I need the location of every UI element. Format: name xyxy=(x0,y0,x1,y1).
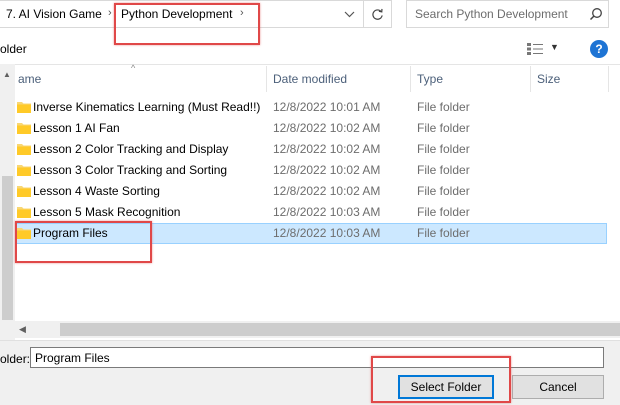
folder-icon xyxy=(17,186,31,197)
folder-name-input[interactable] xyxy=(30,347,604,368)
list-item[interactable]: Inverse Kinematics Learning (Must Read!!… xyxy=(15,97,607,118)
file-name: Program Files xyxy=(33,226,108,240)
folder-icon xyxy=(17,165,31,176)
file-name: Lesson 3 Color Tracking and Sorting xyxy=(33,163,228,177)
column-divider[interactable] xyxy=(266,66,267,92)
column-header-date-modified[interactable]: Date modified xyxy=(273,72,347,86)
chevron-down-icon[interactable] xyxy=(336,1,362,27)
horizontal-scrollbar[interactable]: ◀ xyxy=(15,321,620,338)
folder-field-label: older: xyxy=(0,352,31,366)
list-item-selected[interactable]: Program Files 12/8/2022 10:03 AM File fo… xyxy=(15,223,607,244)
scroll-up-icon[interactable]: ▲ xyxy=(3,70,11,79)
refresh-icon xyxy=(372,8,383,20)
vertical-scrollbar[interactable]: ▲ ▼ xyxy=(0,64,15,340)
folder-icon xyxy=(17,102,31,113)
list-item[interactable]: Lesson 5 Mask Recognition 12/8/2022 10:0… xyxy=(15,202,607,223)
file-name: Inverse Kinematics Learning (Must Read!!… xyxy=(33,100,261,114)
file-date: 12/8/2022 10:02 AM xyxy=(273,163,381,177)
scrollbar-corner xyxy=(0,321,15,338)
column-header-type[interactable]: Type xyxy=(417,72,443,86)
column-divider[interactable] xyxy=(410,66,411,92)
search-placeholder[interactable]: Search Python Development xyxy=(415,7,568,21)
scrollbar-thumb[interactable] xyxy=(2,176,13,320)
file-type: File folder xyxy=(417,121,470,135)
refresh-button[interactable] xyxy=(364,0,392,28)
list-item[interactable]: Lesson 3 Color Tracking and Sorting 12/8… xyxy=(15,160,607,181)
list-item[interactable]: Lesson 1 AI Fan 12/8/2022 10:02 AM File … xyxy=(15,118,607,139)
scrollbar-thumb[interactable] xyxy=(60,323,620,336)
file-date: 12/8/2022 10:02 AM xyxy=(273,184,381,198)
column-divider[interactable] xyxy=(608,66,609,92)
file-type: File folder xyxy=(417,184,470,198)
column-header-name[interactable]: ame xyxy=(18,72,41,86)
column-header-size[interactable]: Size xyxy=(537,72,560,86)
search-input[interactable]: Search Python Development xyxy=(406,0,609,28)
breadcrumb-ai-vision-game[interactable]: 7. AI Vision Game xyxy=(6,7,102,21)
folder-icon xyxy=(17,228,31,239)
sort-ascending-icon: ^ xyxy=(131,63,136,73)
folder-icon xyxy=(17,123,31,134)
file-date: 12/8/2022 10:02 AM xyxy=(273,121,381,135)
breadcrumb-separator-icon[interactable]: › xyxy=(108,7,112,19)
list-item[interactable]: Lesson 4 Waste Sorting 12/8/2022 10:02 A… xyxy=(15,181,607,202)
search-icon[interactable] xyxy=(589,7,603,21)
column-divider[interactable] xyxy=(530,66,531,92)
file-type: File folder xyxy=(417,205,470,219)
scroll-left-icon[interactable]: ◀ xyxy=(19,324,26,335)
breadcrumb-separator-icon[interactable]: › xyxy=(240,7,244,19)
file-date: 12/8/2022 10:03 AM xyxy=(273,205,381,219)
new-folder-button[interactable]: older xyxy=(0,42,27,56)
view-dropdown-icon[interactable]: ▼ xyxy=(550,42,559,52)
file-name: Lesson 4 Waste Sorting xyxy=(33,184,160,198)
select-folder-button[interactable]: Select Folder xyxy=(398,375,494,399)
address-bar[interactable]: 7. AI Vision Game › Python Development › xyxy=(0,0,364,28)
cancel-button[interactable]: Cancel xyxy=(512,375,604,399)
list-item[interactable]: Lesson 2 Color Tracking and Display 12/8… xyxy=(15,139,607,160)
folder-icon xyxy=(17,207,31,218)
breadcrumb-python-development[interactable]: Python Development xyxy=(121,7,232,21)
file-name: Lesson 1 AI Fan xyxy=(33,121,120,135)
file-type: File folder xyxy=(417,163,470,177)
file-type: File folder xyxy=(417,100,470,114)
file-name: Lesson 5 Mask Recognition xyxy=(33,205,181,219)
file-date: 12/8/2022 10:02 AM xyxy=(273,142,381,156)
folder-icon xyxy=(17,144,31,155)
file-type: File folder xyxy=(417,142,470,156)
file-type: File folder xyxy=(417,226,470,240)
file-date: 12/8/2022 10:03 AM xyxy=(273,226,381,240)
help-icon[interactable]: ? xyxy=(590,40,608,58)
file-name: Lesson 2 Color Tracking and Display xyxy=(33,142,229,156)
view-options-icon[interactable] xyxy=(526,42,544,56)
file-date: 12/8/2022 10:01 AM xyxy=(273,100,381,114)
